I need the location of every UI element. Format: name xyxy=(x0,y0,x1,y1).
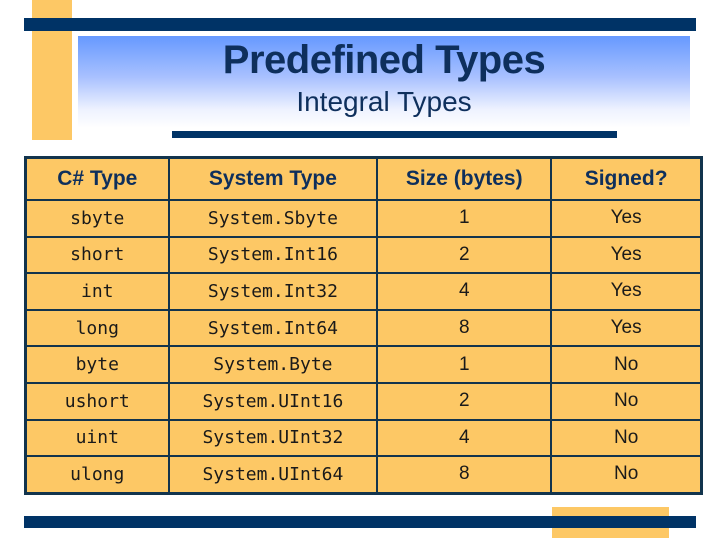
cell-signed: No xyxy=(550,345,703,384)
table-row: long System.Int64 8 Yes xyxy=(24,308,703,348)
cell-csharp-type: long xyxy=(24,308,170,348)
decorative-navy-bar-bottom xyxy=(24,516,696,528)
table-row: uint System.UInt32 4 No xyxy=(24,418,703,458)
header-csharp-type: C# Type xyxy=(24,156,170,201)
cell-signed: Yes xyxy=(550,308,703,348)
header-system-type: System Type xyxy=(167,156,379,201)
decorative-navy-bar-top xyxy=(24,18,696,31)
slide-subtitle: Integral Types xyxy=(296,86,472,117)
cell-system-type: System.Int64 xyxy=(167,308,379,348)
cell-size: 2 xyxy=(376,381,553,421)
cell-signed: Yes xyxy=(550,199,703,238)
table-row: sbyte System.Sbyte 1 Yes xyxy=(24,199,703,238)
cell-csharp-type: byte xyxy=(24,345,170,384)
cell-system-type: System.Int16 xyxy=(167,235,379,275)
cell-size: 2 xyxy=(376,235,553,275)
cell-system-type: System.UInt64 xyxy=(167,455,379,495)
table-header-row: C# Type System Type Size (bytes) Signed? xyxy=(24,156,703,201)
cell-signed: Yes xyxy=(550,235,703,275)
slide-title: Predefined Types xyxy=(222,38,546,82)
title-underline-bar xyxy=(172,131,617,138)
cell-system-type: System.UInt16 xyxy=(167,381,379,421)
cell-signed: Yes xyxy=(550,272,703,311)
cell-size: 1 xyxy=(376,199,553,238)
cell-system-type: System.Byte xyxy=(167,345,379,384)
cell-size: 4 xyxy=(376,272,553,311)
cell-csharp-type: sbyte xyxy=(24,199,170,238)
cell-system-type: System.Int32 xyxy=(167,272,379,311)
cell-csharp-type: ulong xyxy=(24,455,170,495)
cell-csharp-type: int xyxy=(24,272,170,311)
cell-size: 8 xyxy=(376,455,553,495)
table-row: ushort System.UInt16 2 No xyxy=(24,381,703,421)
table-row: ulong System.UInt64 8 No xyxy=(24,455,703,495)
cell-size: 1 xyxy=(376,345,553,384)
table-row: byte System.Byte 1 No xyxy=(24,345,703,384)
header-size: Size (bytes) xyxy=(376,156,553,201)
cell-signed: No xyxy=(550,455,703,495)
cell-size: 8 xyxy=(376,308,553,348)
integral-types-table: C# Type System Type Size (bytes) Signed?… xyxy=(24,156,703,495)
table-row: int System.Int32 4 Yes xyxy=(24,272,703,311)
cell-system-type: System.UInt32 xyxy=(167,418,379,458)
cell-csharp-type: ushort xyxy=(24,381,170,421)
cell-size: 4 xyxy=(376,418,553,458)
cell-csharp-type: uint xyxy=(24,418,170,458)
cell-signed: No xyxy=(550,381,703,421)
cell-csharp-type: short xyxy=(24,235,170,275)
table-row: short System.Int16 2 Yes xyxy=(24,235,703,275)
cell-signed: No xyxy=(550,418,703,458)
header-signed: Signed? xyxy=(550,156,703,201)
cell-system-type: System.Sbyte xyxy=(167,199,379,238)
